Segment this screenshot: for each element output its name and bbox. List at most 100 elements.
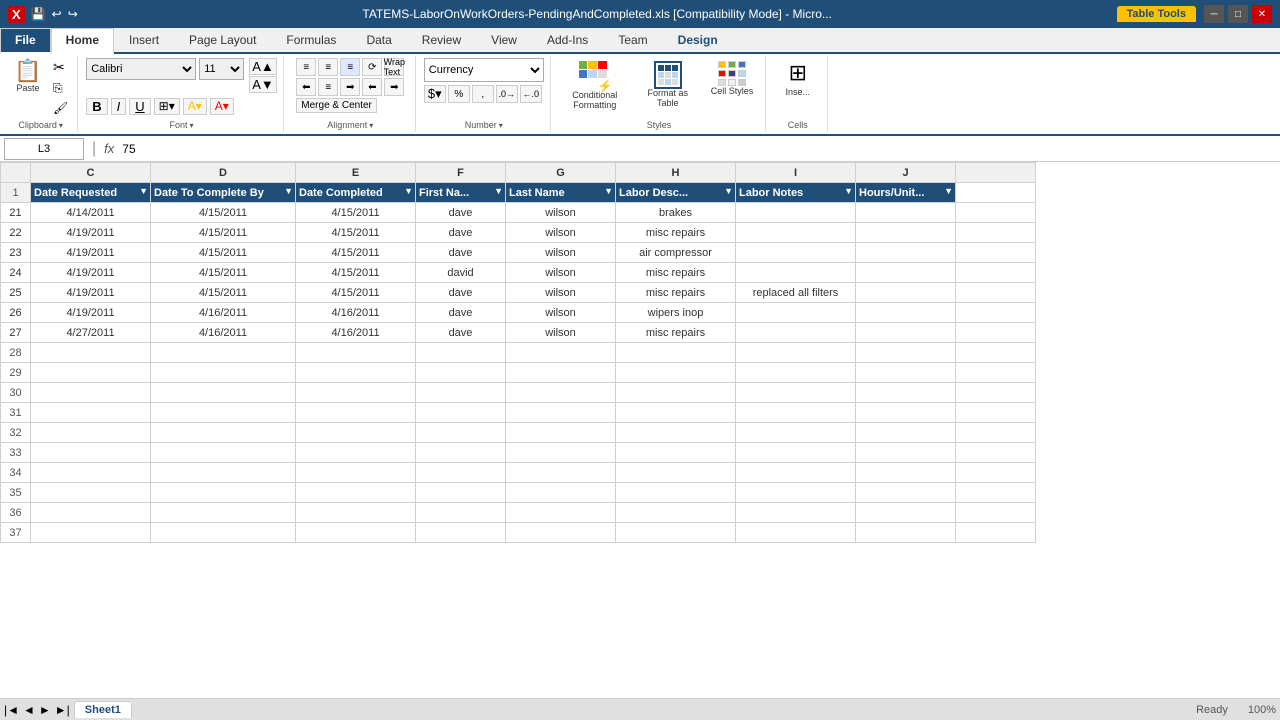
col-date-to-complete[interactable]: Date To Complete By ▼	[151, 183, 296, 203]
cell-21-g[interactable]: wilson	[506, 203, 616, 223]
cell-21-d[interactable]: 4/15/2011	[151, 203, 296, 223]
tab-data[interactable]: Data	[351, 28, 406, 52]
cell-22-c[interactable]: 4/19/2011	[31, 223, 151, 243]
cell-25-g[interactable]: wilson	[506, 283, 616, 303]
italic-button[interactable]: I	[111, 98, 127, 115]
decrease-decimal-btn[interactable]: ←.0	[520, 85, 542, 103]
maximize-btn[interactable]: □	[1228, 5, 1248, 23]
dropdown-arrow-hours[interactable]: ▼	[944, 186, 953, 196]
cell-22-g[interactable]: wilson	[506, 223, 616, 243]
cell-27-f[interactable]: dave	[416, 323, 506, 343]
dropdown-arrow-labor-desc[interactable]: ▼	[724, 186, 733, 196]
cell-21-j[interactable]	[856, 203, 956, 223]
col-header-I[interactable]: I	[736, 163, 856, 183]
number-format-select[interactable]: Currency General Number Percentage Date …	[424, 58, 544, 82]
table-row[interactable]: 25 4/19/2011 4/15/2011 4/15/2011 dave wi…	[1, 283, 1036, 303]
sheet-tab-sheet1[interactable]: Sheet1	[74, 701, 132, 718]
font-name-select[interactable]: Calibri	[86, 58, 196, 80]
col-header-H[interactable]: H	[616, 163, 736, 183]
cell-21-c[interactable]: 4/14/2011	[31, 203, 151, 223]
cell-25-c[interactable]: 4/19/2011	[31, 283, 151, 303]
col-labor-notes[interactable]: Labor Notes ▼	[736, 183, 856, 203]
col-header-E[interactable]: E	[296, 163, 416, 183]
cell-24-c[interactable]: 4/19/2011	[31, 263, 151, 283]
cell-22-j[interactable]	[856, 223, 956, 243]
cell-26-c[interactable]: 4/19/2011	[31, 303, 151, 323]
cell-24-f[interactable]: david	[416, 263, 506, 283]
tab-formulas[interactable]: Formulas	[271, 28, 351, 52]
border-button[interactable]: ⊞▾	[154, 98, 180, 115]
merge-center-btn[interactable]: Merge & Center	[296, 98, 377, 113]
close-btn[interactable]: ✕	[1252, 5, 1272, 23]
row-num-24[interactable]: 24	[1, 263, 31, 283]
table-row[interactable]: 24 4/19/2011 4/15/2011 4/15/2011 david w…	[1, 263, 1036, 283]
row-num-28[interactable]: 28	[1, 343, 31, 363]
cell-23-f[interactable]: dave	[416, 243, 506, 263]
cell-26-e[interactable]: 4/16/2011	[296, 303, 416, 323]
col-hours-units[interactable]: Hours/Unit... ▼	[856, 183, 956, 203]
quick-save-icon[interactable]: 💾	[31, 7, 46, 21]
cell-27-d[interactable]: 4/16/2011	[151, 323, 296, 343]
col-labor-desc[interactable]: Labor Desc... ▼	[616, 183, 736, 203]
cell-22-f[interactable]: dave	[416, 223, 506, 243]
cell-23-h[interactable]: air compressor	[616, 243, 736, 263]
increase-font-btn[interactable]: A▲	[249, 58, 277, 75]
wrap-text-btn[interactable]: Wrap Text	[384, 58, 404, 76]
insert-cells-btn[interactable]: ⊞ Inse...	[780, 58, 816, 99]
col-last-name[interactable]: Last Name ▼	[506, 183, 616, 203]
col-header-D[interactable]: D	[151, 163, 296, 183]
dropdown-arrow-labor-notes[interactable]: ▼	[844, 186, 853, 196]
col-header-C[interactable]: C	[31, 163, 151, 183]
cell-25-f[interactable]: dave	[416, 283, 506, 303]
table-row[interactable]: 23 4/19/2011 4/15/2011 4/15/2011 dave wi…	[1, 243, 1036, 263]
cell-26-d[interactable]: 4/16/2011	[151, 303, 296, 323]
dropdown-arrow-date-requested[interactable]: ▼	[139, 186, 148, 196]
dropdown-arrow-date-completed[interactable]: ▼	[404, 186, 413, 196]
underline-button[interactable]: U	[129, 98, 150, 115]
select-all-btn[interactable]	[1, 163, 31, 183]
tab-home[interactable]: Home	[51, 28, 114, 54]
cell-25-j[interactable]	[856, 283, 956, 303]
row-num-22[interactable]: 22	[1, 223, 31, 243]
minimize-btn[interactable]: ─	[1204, 5, 1224, 23]
cell-27-g[interactable]: wilson	[506, 323, 616, 343]
align-center-btn[interactable]: ≡	[318, 78, 338, 96]
tab-team[interactable]: Team	[603, 28, 662, 52]
row-num-27[interactable]: 27	[1, 323, 31, 343]
align-top-left-btn[interactable]: ≡	[296, 58, 316, 76]
redo-btn[interactable]: ↪	[68, 7, 78, 21]
col-header-G[interactable]: G	[506, 163, 616, 183]
cell-23-g[interactable]: wilson	[506, 243, 616, 263]
cell-23-e[interactable]: 4/15/2011	[296, 243, 416, 263]
dollar-sign-btn[interactable]: $▾	[424, 85, 446, 103]
align-left-btn[interactable]: ⬅	[296, 78, 316, 96]
cell-23-d[interactable]: 4/15/2011	[151, 243, 296, 263]
table-row[interactable]: 26 4/19/2011 4/16/2011 4/16/2011 dave wi…	[1, 303, 1036, 323]
nav-prev-sheet-btn[interactable]: ◄	[23, 703, 35, 717]
cell-24-g[interactable]: wilson	[506, 263, 616, 283]
cell-26-g[interactable]: wilson	[506, 303, 616, 323]
orientation-btn[interactable]: ⟳	[362, 58, 382, 76]
row-num-36[interactable]: 36	[1, 503, 31, 523]
paste-button[interactable]: 📋 Paste	[10, 58, 46, 95]
font-size-select[interactable]: 11	[199, 58, 244, 80]
undo-btn[interactable]: ↩	[52, 7, 62, 21]
dropdown-arrow-last-name[interactable]: ▼	[604, 186, 613, 196]
cell-23-j[interactable]	[856, 243, 956, 263]
fill-color-button[interactable]: A▾	[183, 98, 207, 115]
cell-27-c[interactable]: 4/27/2011	[31, 323, 151, 343]
row-num-29[interactable]: 29	[1, 363, 31, 383]
alignment-expand-icon[interactable]: ▾	[369, 121, 373, 130]
tab-file[interactable]: File	[0, 28, 51, 54]
row-num-25[interactable]: 25	[1, 283, 31, 303]
cell-24-i[interactable]	[736, 263, 856, 283]
row-num-1[interactable]: 1	[1, 183, 31, 203]
cell-24-h[interactable]: misc repairs	[616, 263, 736, 283]
tab-review[interactable]: Review	[407, 28, 476, 52]
copy-button[interactable]: ⎘	[50, 80, 71, 97]
cell-25-h[interactable]: misc repairs	[616, 283, 736, 303]
cell-21-e[interactable]: 4/15/2011	[296, 203, 416, 223]
row-num-33[interactable]: 33	[1, 443, 31, 463]
nav-last-sheet-btn[interactable]: ►|	[55, 703, 70, 717]
tab-insert[interactable]: Insert	[114, 28, 174, 52]
